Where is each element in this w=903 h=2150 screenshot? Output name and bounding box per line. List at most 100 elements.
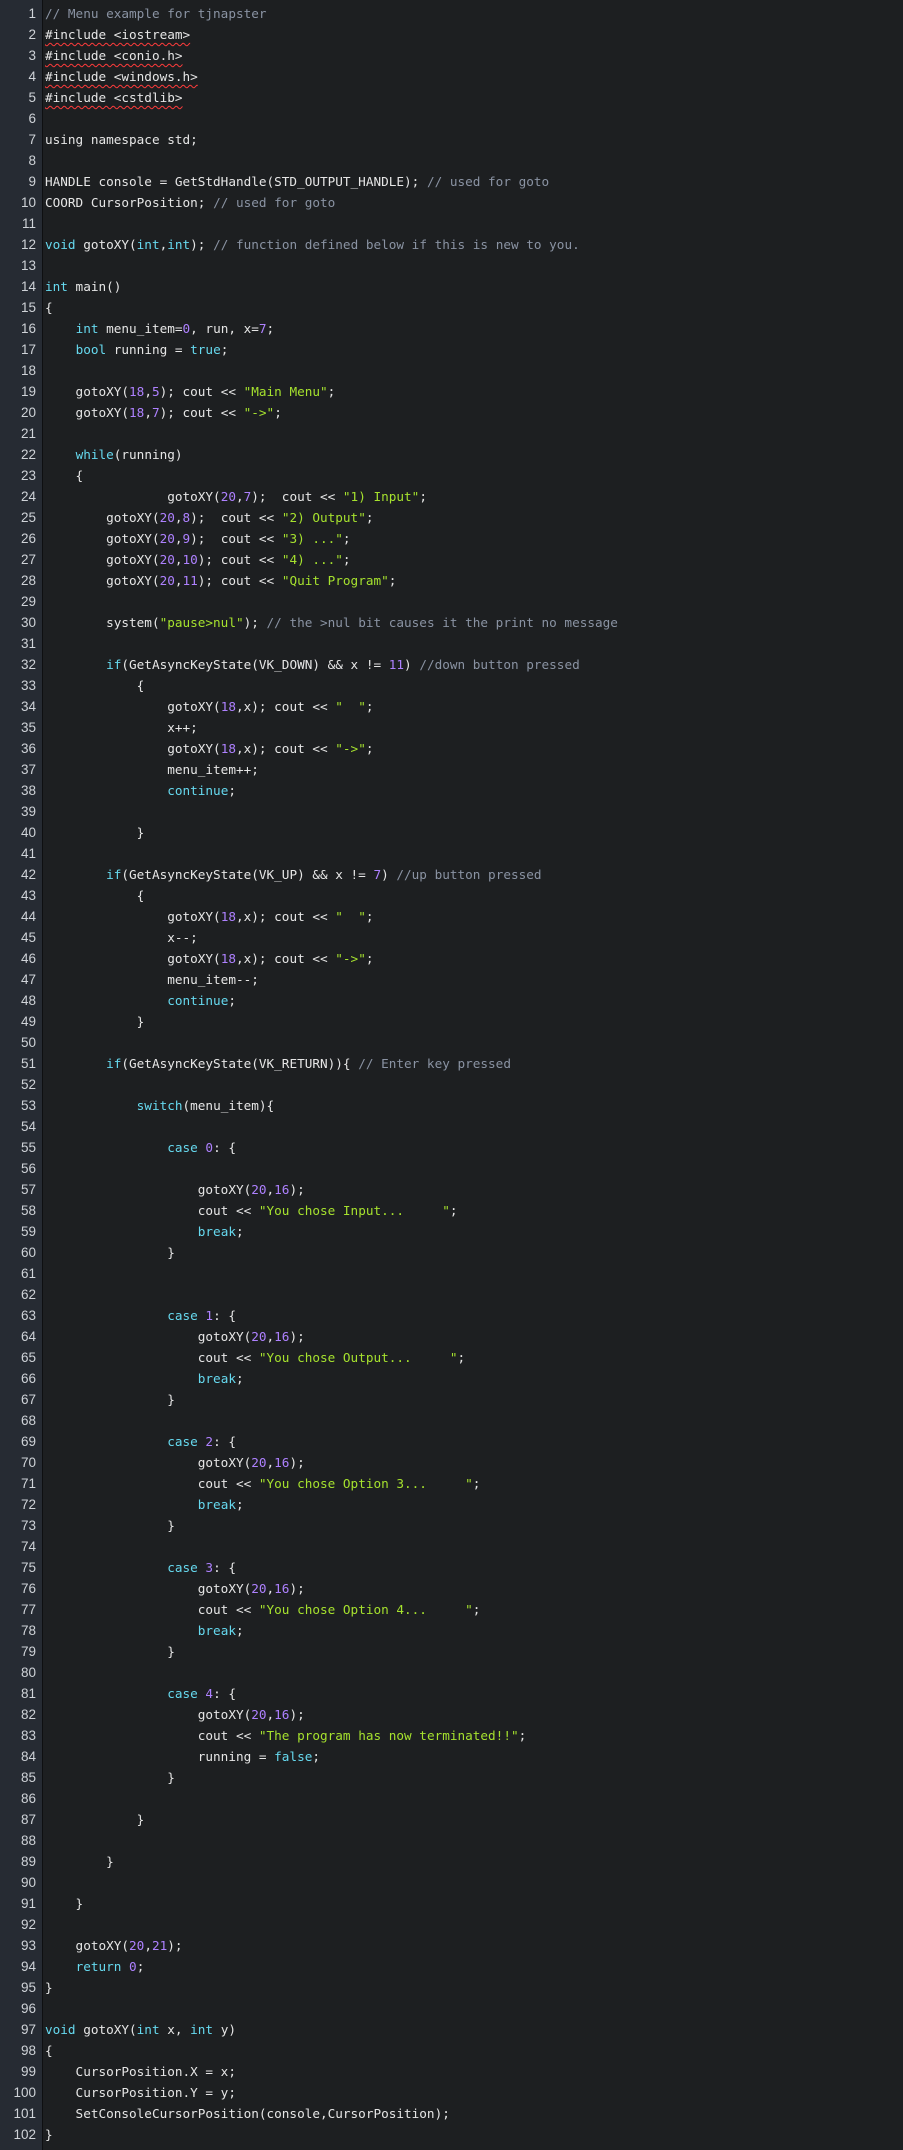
code-line[interactable]: 92	[0, 1914, 903, 1935]
code-line[interactable]: 19 gotoXY(18,5); cout << "Main Menu";	[0, 381, 903, 402]
code-line[interactable]: 64 gotoXY(20,16);	[0, 1326, 903, 1347]
code-line[interactable]: 54	[0, 1116, 903, 1137]
code-line[interactable]: 51 if(GetAsyncKeyState(VK_RETURN)){ // E…	[0, 1053, 903, 1074]
code-line[interactable]: 2 #include <iostream>	[0, 24, 903, 45]
code-line[interactable]: 70 gotoXY(20,16);	[0, 1452, 903, 1473]
code-line[interactable]: 62	[0, 1284, 903, 1305]
code-line[interactable]: 85 }	[0, 1767, 903, 1788]
code-line[interactable]: 90	[0, 1872, 903, 1893]
code-line[interactable]: 75 case 3: {	[0, 1557, 903, 1578]
code-line[interactable]: 76 gotoXY(20,16);	[0, 1578, 903, 1599]
code-line[interactable]: 27 gotoXY(20,10); cout << "4) ...";	[0, 549, 903, 570]
code-line[interactable]: 22 while(running)	[0, 444, 903, 465]
code-line[interactable]: 88	[0, 1830, 903, 1851]
code-line[interactable]: 4 #include <windows.h>	[0, 66, 903, 87]
code-line[interactable]: 26 gotoXY(20,9); cout << "3) ...";	[0, 528, 903, 549]
code-line[interactable]: 82 gotoXY(20,16);	[0, 1704, 903, 1725]
code-line[interactable]: 47 menu_item--;	[0, 969, 903, 990]
code-line[interactable]: 102}	[0, 2124, 903, 2145]
code-line[interactable]: 73 }	[0, 1515, 903, 1536]
code-line[interactable]: 49 }	[0, 1011, 903, 1032]
code-line[interactable]: 25 gotoXY(20,8); cout << "2) Output";	[0, 507, 903, 528]
code-line[interactable]: 99 CursorPosition.X = x;	[0, 2061, 903, 2082]
code-line[interactable]: 68	[0, 1410, 903, 1431]
code-line[interactable]: 100 CursorPosition.Y = y;	[0, 2082, 903, 2103]
code-line[interactable]: 61	[0, 1263, 903, 1284]
code-line[interactable]: 60 }	[0, 1242, 903, 1263]
code-line[interactable]: 41	[0, 843, 903, 864]
code-line[interactable]: 31	[0, 633, 903, 654]
code-line[interactable]: 23 {	[0, 465, 903, 486]
code-line[interactable]: 1 // Menu example for tjnapster	[0, 3, 903, 24]
code-line[interactable]: 56	[0, 1158, 903, 1179]
code-line[interactable]: 87 }	[0, 1809, 903, 1830]
code-line[interactable]: 59 break;	[0, 1221, 903, 1242]
code-line[interactable]: 13	[0, 255, 903, 276]
code-line[interactable]: 93 gotoXY(20,21);	[0, 1935, 903, 1956]
code-line[interactable]: 21	[0, 423, 903, 444]
code-line[interactable]: 53 switch(menu_item){	[0, 1095, 903, 1116]
code-line[interactable]: 80	[0, 1662, 903, 1683]
code-line[interactable]: 32 if(GetAsyncKeyState(VK_DOWN) && x != …	[0, 654, 903, 675]
code-line[interactable]: 83 cout << "The program has now terminat…	[0, 1725, 903, 1746]
code-line[interactable]: 10 COORD CursorPosition; // used for goto	[0, 192, 903, 213]
code-line[interactable]: 91 }	[0, 1893, 903, 1914]
code-line[interactable]: 96	[0, 1998, 903, 2019]
code-line[interactable]: 55 case 0: {	[0, 1137, 903, 1158]
code-line[interactable]: 63 case 1: {	[0, 1305, 903, 1326]
code-line[interactable]: 89 }	[0, 1851, 903, 1872]
code-line[interactable]: 6	[0, 108, 903, 129]
code-line[interactable]: 39	[0, 801, 903, 822]
code-line[interactable]: 84 running = false;	[0, 1746, 903, 1767]
code-line[interactable]: 57 gotoXY(20,16);	[0, 1179, 903, 1200]
code-line[interactable]: 37 menu_item++;	[0, 759, 903, 780]
code-line[interactable]: 69 case 2: {	[0, 1431, 903, 1452]
code-line[interactable]: 17 bool running = true;	[0, 339, 903, 360]
code-line[interactable]: 28 gotoXY(20,11); cout << "Quit Program"…	[0, 570, 903, 591]
code-editor[interactable]: 1 // Menu example for tjnapster 2 #include …	[0, 0, 903, 2150]
code-line[interactable]: 86	[0, 1788, 903, 1809]
code-line[interactable]: 18	[0, 360, 903, 381]
code-line[interactable]: 97 void gotoXY(int x, int y)	[0, 2019, 903, 2040]
code-line[interactable]: 15 {	[0, 297, 903, 318]
code-line[interactable]: 35 x++;	[0, 717, 903, 738]
code-line[interactable]: 45 x--;	[0, 927, 903, 948]
code-line[interactable]: 29	[0, 591, 903, 612]
code-line[interactable]: 36 gotoXY(18,x); cout << "->";	[0, 738, 903, 759]
code-line[interactable]: 43 {	[0, 885, 903, 906]
code-line[interactable]: 5 #include <cstdlib>	[0, 87, 903, 108]
code-line[interactable]: 52	[0, 1074, 903, 1095]
code-line[interactable]: 72 break;	[0, 1494, 903, 1515]
code-line[interactable]: 33 {	[0, 675, 903, 696]
code-line[interactable]: 14 int main()	[0, 276, 903, 297]
code-line[interactable]: 3 #include <conio.h>	[0, 45, 903, 66]
code-line[interactable]: 12 void gotoXY(int,int); // function defi…	[0, 234, 903, 255]
code-line[interactable]: 66 break;	[0, 1368, 903, 1389]
code-line[interactable]: 65 cout << "You chose Output... ";	[0, 1347, 903, 1368]
code-line[interactable]: 77 cout << "You chose Option 4... ";	[0, 1599, 903, 1620]
code-line[interactable]: 101 SetConsoleCursorPosition(console,Cur…	[0, 2103, 903, 2124]
code-line[interactable]: 46 gotoXY(18,x); cout << "->";	[0, 948, 903, 969]
code-line[interactable]: 16 int menu_item=0, run, x=7;	[0, 318, 903, 339]
code-line[interactable]: 98 {	[0, 2040, 903, 2061]
code-line[interactable]: 74	[0, 1536, 903, 1557]
code-line[interactable]: 40 }	[0, 822, 903, 843]
code-line[interactable]: 42 if(GetAsyncKeyState(VK_UP) && x != 7)…	[0, 864, 903, 885]
code-line[interactable]: 8	[0, 150, 903, 171]
code-line[interactable]: 78 break;	[0, 1620, 903, 1641]
code-line[interactable]: 9 HANDLE console = GetStdHandle(STD_OUTPU…	[0, 171, 903, 192]
code-line[interactable]: 95}	[0, 1977, 903, 1998]
code-line[interactable]: 20 gotoXY(18,7); cout << "->";	[0, 402, 903, 423]
code-line[interactable]: 71 cout << "You chose Option 3... ";	[0, 1473, 903, 1494]
code-line[interactable]: 24 gotoXY(20,7); cout << "1) Input";	[0, 486, 903, 507]
code-line[interactable]: 94 return 0;	[0, 1956, 903, 1977]
code-line[interactable]: 11	[0, 213, 903, 234]
code-line[interactable]: 38 continue;	[0, 780, 903, 801]
code-line[interactable]: 81 case 4: {	[0, 1683, 903, 1704]
code-line[interactable]: 48 continue;	[0, 990, 903, 1011]
code-line[interactable]: 34 gotoXY(18,x); cout << " ";	[0, 696, 903, 717]
code-line[interactable]: 50	[0, 1032, 903, 1053]
code-line[interactable]: 58 cout << "You chose Input... ";	[0, 1200, 903, 1221]
code-line[interactable]: 44 gotoXY(18,x); cout << " ";	[0, 906, 903, 927]
code-line[interactable]: 79 }	[0, 1641, 903, 1662]
